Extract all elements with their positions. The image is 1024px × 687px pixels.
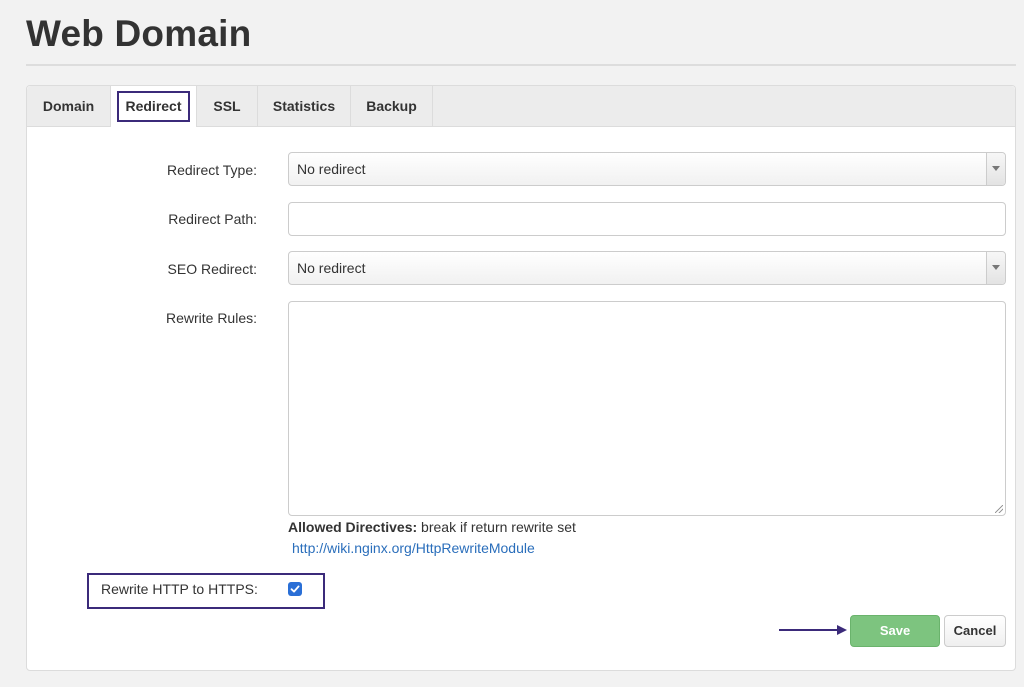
seo-redirect-select[interactable]: No redirect [288, 251, 1006, 285]
page-title: Web Domain [26, 13, 252, 54]
rewrite-https-label: Rewrite HTTP to HTTPS: [101, 581, 258, 597]
resize-grip-icon[interactable] [995, 505, 1003, 513]
save-button[interactable]: Save [850, 615, 940, 647]
tab-redirect[interactable]: Redirect [111, 86, 197, 127]
rewrite-https-checkbox[interactable] [288, 582, 302, 596]
allowed-directives: Allowed Directives: break if return rewr… [288, 519, 576, 535]
tab-bar: Domain Redirect SSL Statistics Backup [27, 86, 1015, 127]
web-domain-panel: Domain Redirect SSL Statistics Backup Re… [26, 85, 1016, 671]
allowed-directives-value: break if return rewrite set [421, 519, 576, 535]
caret-down-icon [992, 166, 1000, 171]
seo-redirect-dropdown[interactable] [986, 252, 1005, 284]
tab-backup[interactable]: Backup [351, 86, 433, 126]
rewrite-module-link[interactable]: http://wiki.nginx.org/HttpRewriteModule [292, 540, 535, 556]
seo-redirect-value: No redirect [297, 260, 366, 276]
redirect-type-label: Redirect Type: [166, 162, 257, 178]
rewrite-rules-label: Rewrite Rules: [165, 310, 257, 326]
title-divider [26, 64, 1016, 66]
caret-down-icon [992, 265, 1000, 270]
tab-domain[interactable]: Domain [27, 86, 111, 126]
tab-statistics[interactable]: Statistics [258, 86, 351, 126]
cancel-button[interactable]: Cancel [944, 615, 1006, 647]
tab-ssl[interactable]: SSL [197, 86, 258, 126]
redirect-path-input[interactable] [288, 202, 1006, 236]
redirect-path-label: Redirect Path: [168, 211, 257, 227]
arrow-right-icon [779, 625, 847, 635]
redirect-type-select[interactable]: No redirect [288, 152, 1006, 186]
rewrite-rules-textarea[interactable] [288, 301, 1006, 516]
redirect-type-value: No redirect [297, 161, 366, 177]
seo-redirect-label: SEO Redirect: [167, 261, 257, 277]
allowed-directives-label: Allowed Directives: [288, 519, 418, 535]
check-icon [290, 585, 300, 593]
redirect-type-dropdown[interactable] [986, 153, 1005, 185]
